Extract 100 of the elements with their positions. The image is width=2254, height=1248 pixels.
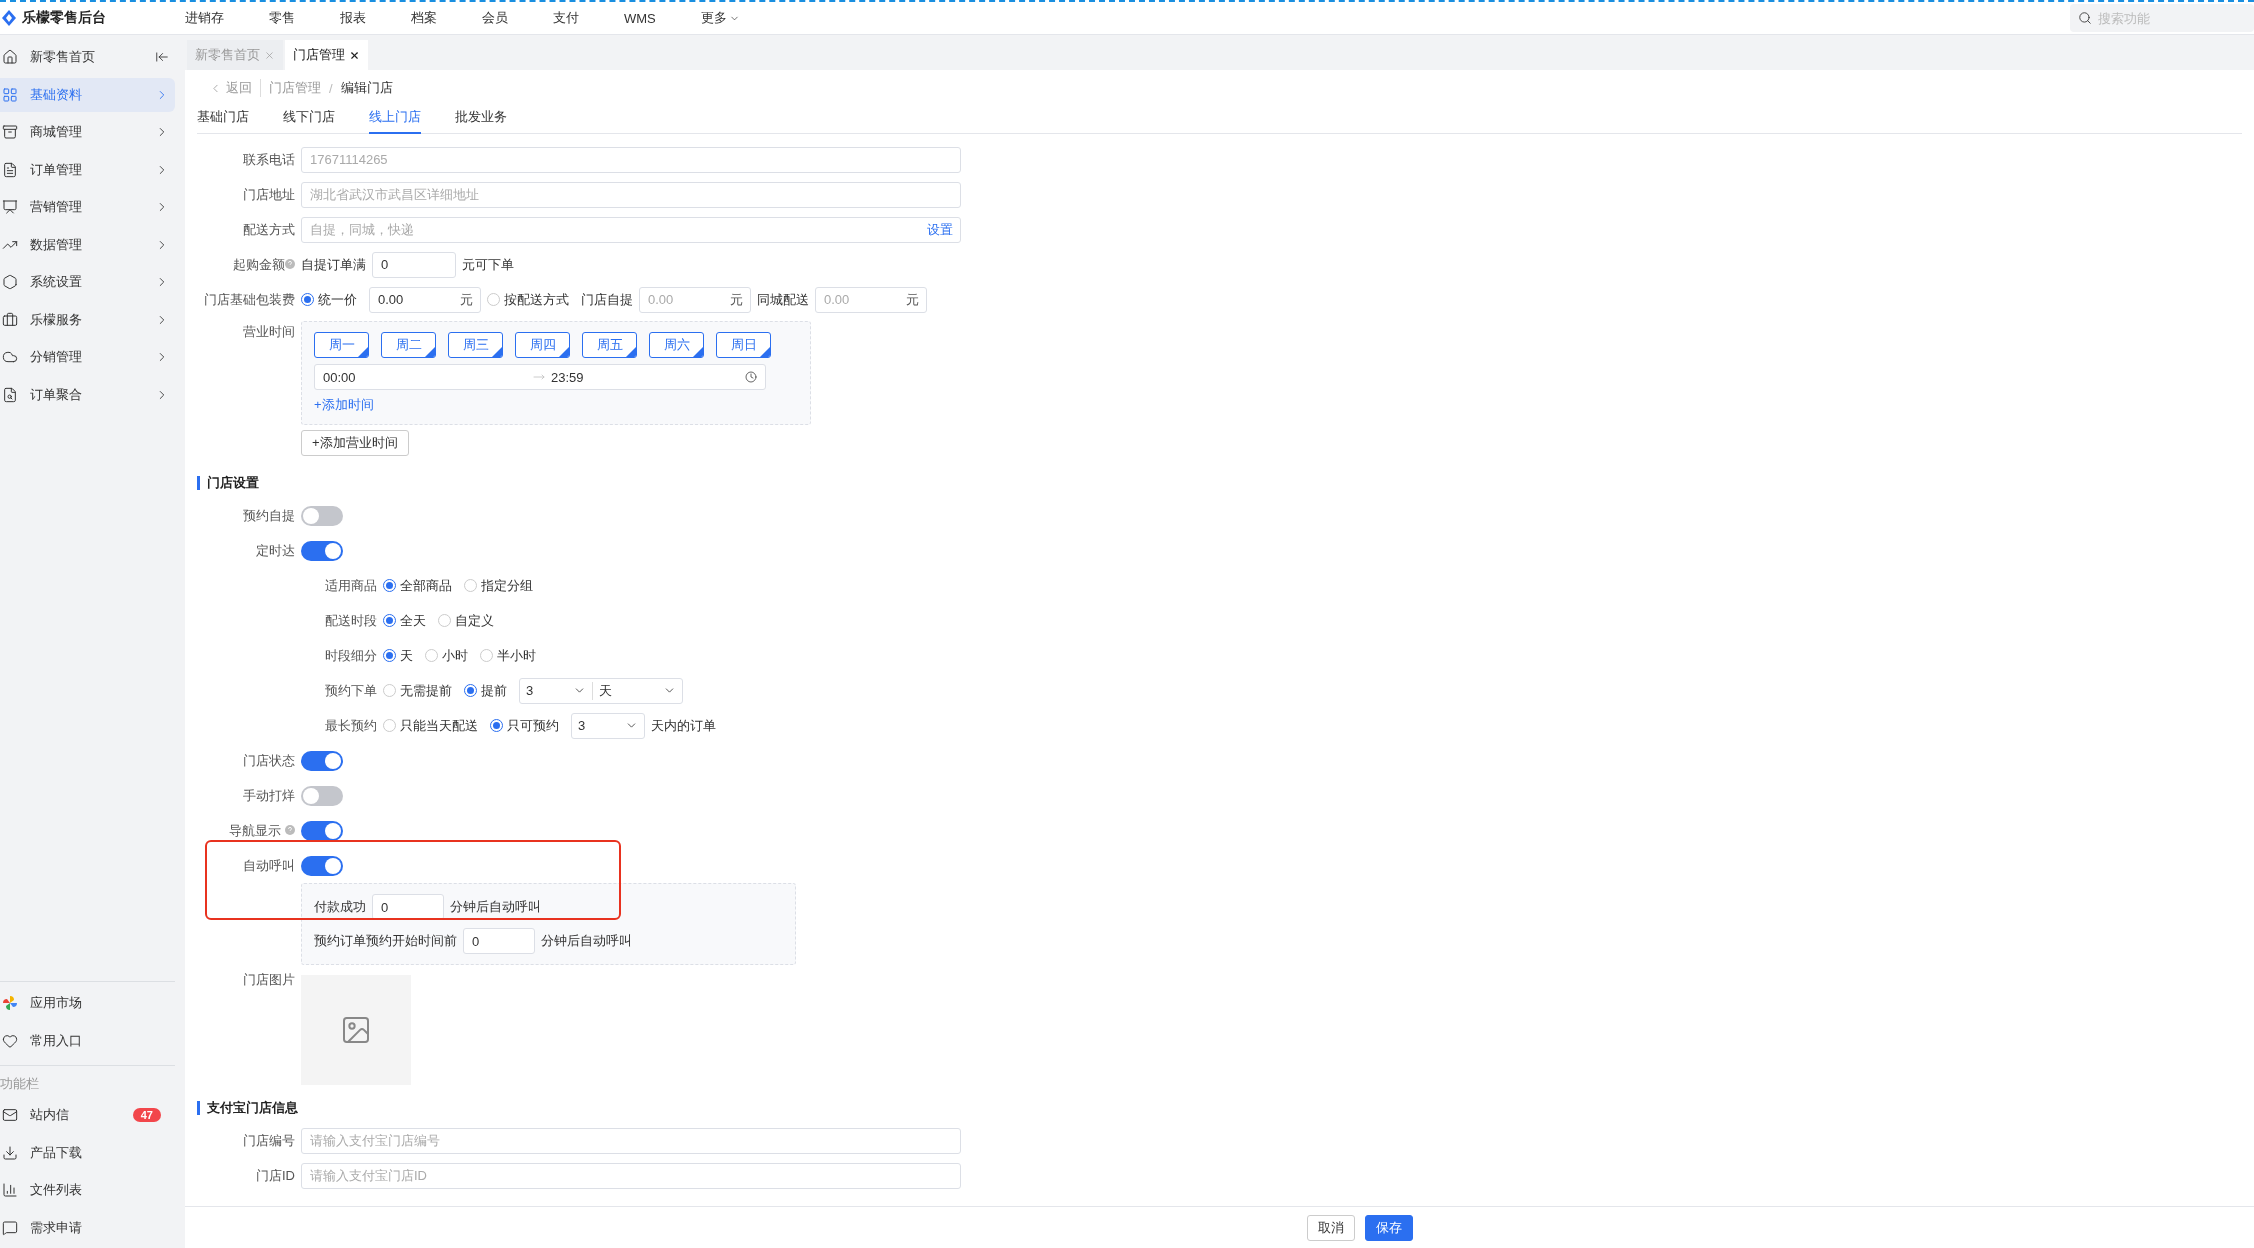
toggle-switch[interactable] (301, 540, 343, 561)
field-label: 配送方式 (242, 220, 295, 239)
breadcrumb-separator: / (329, 80, 333, 96)
text-field[interactable]: 17671114265 (301, 146, 961, 173)
toggle-switch[interactable] (301, 505, 343, 526)
tab[interactable]: 批发业务 (455, 106, 507, 134)
radio-option[interactable]: 提前 (464, 681, 507, 700)
unit-label: 元 (460, 290, 473, 309)
sidebar-item[interactable]: 订单聚合 (0, 377, 175, 412)
radio-option[interactable]: 只能当天配送 (383, 716, 478, 735)
more-menu[interactable]: 更多 (700, 9, 740, 27)
radio-option[interactable]: 只可预约 (490, 716, 559, 735)
tab[interactable]: 线下门店 (283, 106, 335, 134)
field-label: 营业时间 (242, 323, 295, 341)
weekday-button[interactable]: 周二 (381, 332, 436, 358)
nav-item[interactable]: 进销存 (185, 9, 224, 27)
select-field[interactable]: 3 天 (519, 677, 683, 704)
cancel-button[interactable]: 取消 (1306, 1214, 1355, 1241)
nav-item[interactable]: 报表 (340, 9, 366, 27)
minutes-input[interactable]: 0 (372, 894, 444, 920)
add-hours-button[interactable]: +添加营业时间 (301, 429, 409, 456)
nav-item[interactable]: 支付 (553, 9, 579, 27)
time-range-field[interactable]: 00:00 23:59 (314, 364, 766, 390)
radio-button[interactable] (480, 649, 493, 662)
sidebar-item[interactable]: 系统设置 (0, 265, 175, 299)
field-label: 起购金额 (197, 255, 295, 274)
sidebar-item[interactable]: 基础资料 (0, 77, 175, 112)
shortcut-item[interactable]: 应用市场 (0, 986, 175, 1020)
radio-button[interactable] (301, 293, 314, 306)
radio-button[interactable] (464, 579, 477, 592)
image-upload[interactable] (301, 975, 411, 1085)
radio-option[interactable]: 无需提前 (383, 681, 452, 700)
sidebar-item[interactable]: 营销管理 (0, 190, 175, 224)
search-icon (2078, 11, 2092, 25)
weekday-button[interactable]: 周日 (716, 332, 771, 358)
radio-option[interactable]: 统一价 (301, 290, 357, 309)
weekday-button[interactable]: 周四 (515, 332, 570, 358)
settings-link[interactable]: 设置 (927, 220, 953, 239)
radio-button[interactable] (425, 649, 438, 662)
tab[interactable]: 基础门店 (197, 106, 249, 134)
text-field[interactable]: 请输入支付宝门店ID (301, 1162, 961, 1189)
panel-label: 付款成功 (314, 898, 366, 916)
radio-option[interactable]: 全天 (383, 611, 426, 630)
weekday-button[interactable]: 周五 (582, 332, 637, 358)
radio-option[interactable]: 天 (383, 646, 413, 665)
field-label: 门店编号 (242, 1131, 295, 1150)
nav-item[interactable]: 档案 (411, 9, 437, 27)
tab[interactable]: 线上门店 (369, 106, 421, 134)
radio-button[interactable] (383, 579, 396, 592)
setting-label: 自动呼叫 (242, 856, 295, 875)
radio-button[interactable] (383, 649, 396, 662)
toggle-switch[interactable] (301, 820, 343, 841)
briefcase-icon (2, 311, 18, 328)
nav-item[interactable]: 零售 (269, 9, 295, 27)
toggle-switch[interactable] (301, 855, 343, 876)
toggle-switch[interactable] (301, 750, 343, 771)
toggle-switch[interactable] (301, 785, 343, 806)
nav-item[interactable]: 会员 (482, 9, 508, 27)
tool-item[interactable]: 需求申请 (0, 1210, 175, 1245)
text-field[interactable]: 湖北省武汉市武昌区详细地址 (301, 181, 961, 208)
page-tab[interactable]: 门店管理 (285, 40, 368, 70)
sidebar-item[interactable]: 乐檬服务 (0, 302, 175, 337)
radio-option[interactable]: 按配送方式 (487, 290, 569, 309)
sidebar-item[interactable]: 数据管理 (0, 227, 175, 262)
sidebar-item[interactable]: 新零售首页 (0, 40, 175, 74)
radio-button[interactable] (464, 684, 477, 697)
unread-badge: 47 (132, 1108, 161, 1122)
close-icon (264, 49, 275, 61)
weekday-button[interactable]: 周一 (314, 332, 369, 358)
radio-option[interactable]: 半小时 (480, 646, 536, 665)
radio-button[interactable] (490, 719, 503, 732)
save-button[interactable]: 保存 (1364, 1214, 1413, 1241)
field-prefix: 自提订单满 (301, 255, 366, 274)
tool-item[interactable]: 站内信 47 (0, 1098, 175, 1132)
text-field[interactable]: 请输入支付宝门店编号 (301, 1127, 961, 1154)
radio-button[interactable] (487, 293, 500, 306)
tool-item[interactable]: 产品下载 (0, 1135, 175, 1170)
radio-option[interactable]: 指定分组 (464, 576, 533, 595)
tool-item[interactable]: 文件列表 (0, 1173, 175, 1207)
minutes-input[interactable]: 0 (463, 928, 535, 954)
radio-button[interactable] (383, 614, 396, 627)
select-field[interactable]: 3 (571, 712, 645, 739)
shortcut-item[interactable]: 常用入口 (0, 1023, 175, 1058)
radio-button[interactable] (438, 614, 451, 627)
radio-button[interactable] (383, 684, 396, 697)
weekday-button[interactable]: 周六 (649, 332, 704, 358)
sidebar-item[interactable]: 分销管理 (0, 340, 175, 374)
radio-button[interactable] (383, 719, 396, 732)
sidebar-item[interactable]: 订单管理 (0, 152, 175, 187)
field-label: 门店基础包装费 (203, 290, 295, 309)
sidebar-item[interactable]: 商城管理 (0, 115, 175, 149)
nav-item[interactable]: WMS (624, 10, 656, 26)
radio-option[interactable]: 自定义 (438, 611, 494, 630)
add-time-link[interactable]: +添加时间 (314, 396, 798, 414)
amount-input[interactable]: 0 (372, 251, 456, 278)
radio-option[interactable]: 小时 (425, 646, 468, 665)
weekday-button[interactable]: 周三 (448, 332, 503, 358)
clock-icon (745, 371, 757, 383)
search-field[interactable]: 搜索功能 (2070, 4, 2254, 32)
radio-option[interactable]: 全部商品 (383, 576, 452, 595)
